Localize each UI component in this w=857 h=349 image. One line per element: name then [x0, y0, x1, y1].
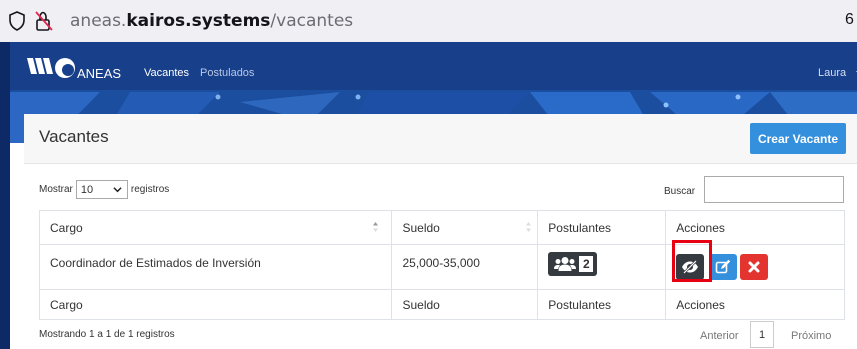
table-header-row: Cargo Sueldo Postulantes Acciones	[38, 210, 845, 245]
close-icon	[748, 261, 760, 273]
show-label: Mostrar	[39, 184, 73, 195]
url-domain: kairos.systems	[126, 11, 271, 31]
users-icon	[554, 257, 577, 271]
sort-cargo-icon[interactable]	[373, 222, 378, 232]
top-navbar: ANEAS Vacantes Postulados Laura	[10, 42, 857, 92]
page-size-control: Mostrar 10 registros	[39, 180, 169, 199]
column-header-postulantes: Postulantes	[537, 210, 667, 245]
left-edge	[0, 42, 10, 349]
cell-cargo: Coordinador de Estimados de Inversión	[38, 244, 393, 290]
url-subdomain: aneas.	[70, 11, 127, 31]
footer-postulantes: Postulantes	[537, 289, 667, 320]
footer-sueldo: Sueldo	[391, 289, 539, 320]
insecure-lock-icon[interactable]	[34, 10, 54, 32]
page-title: Vacantes	[39, 127, 109, 146]
page-size-value: 10	[80, 183, 94, 196]
records-label: registros	[130, 184, 170, 195]
brand-name[interactable]: ANEAS	[77, 66, 121, 81]
page-1-button[interactable]: 1	[750, 321, 774, 348]
edit-button[interactable]	[709, 254, 738, 280]
highlight-box	[672, 240, 712, 282]
create-vacancy-button[interactable]: Crear Vacante	[750, 123, 846, 154]
table-footer-row: Cargo Sueldo Postulantes Acciones	[38, 289, 845, 320]
sort-sueldo-icon[interactable]	[526, 222, 531, 232]
next-page-button[interactable]: Próximo	[791, 330, 831, 342]
delete-button[interactable]	[740, 254, 769, 280]
aneas-logo-icon[interactable]	[25, 54, 77, 80]
search-label: Buscar	[664, 186, 696, 197]
footer-cargo: Cargo	[38, 289, 393, 320]
prev-page-button[interactable]: Anterior	[700, 330, 739, 342]
postulantes-button[interactable]: 2	[548, 252, 598, 276]
tracking-shield-icon[interactable]	[8, 11, 26, 31]
edit-icon	[715, 259, 731, 274]
vacantes-table: Cargo Sueldo Postulantes Acciones Coordi…	[38, 210, 845, 320]
chevron-down-icon	[113, 187, 122, 193]
nav-link-postulados[interactable]: Postulados	[200, 67, 254, 79]
column-header-cargo[interactable]: Cargo	[38, 210, 393, 245]
search-input[interactable]	[704, 176, 844, 203]
url-text[interactable]: aneas.kairos.systems/vacantes	[70, 11, 353, 31]
url-path: /vacantes	[270, 11, 354, 31]
card-header: Vacantes Crear Vacante	[24, 114, 857, 164]
browser-address-bar[interactable]: aneas.kairos.systems/vacantes 6	[0, 0, 857, 42]
records-info: Mostrando 1 a 1 de 1 registros	[39, 329, 175, 340]
column-header-sueldo[interactable]: Sueldo	[391, 210, 539, 245]
footer-acciones: Acciones	[665, 289, 845, 320]
tab-count[interactable]: 6	[845, 11, 854, 29]
page-size-select[interactable]: 10	[75, 180, 128, 199]
nav-link-vacantes[interactable]: Vacantes	[144, 67, 189, 79]
cell-sueldo: 25,000-35,000	[391, 244, 539, 290]
user-menu[interactable]: Laura	[818, 67, 846, 79]
cell-postulantes: 2	[537, 244, 667, 290]
table-row: Coordinador de Estimados de Inversión 25…	[38, 244, 845, 290]
postulantes-count: 2	[579, 256, 594, 272]
